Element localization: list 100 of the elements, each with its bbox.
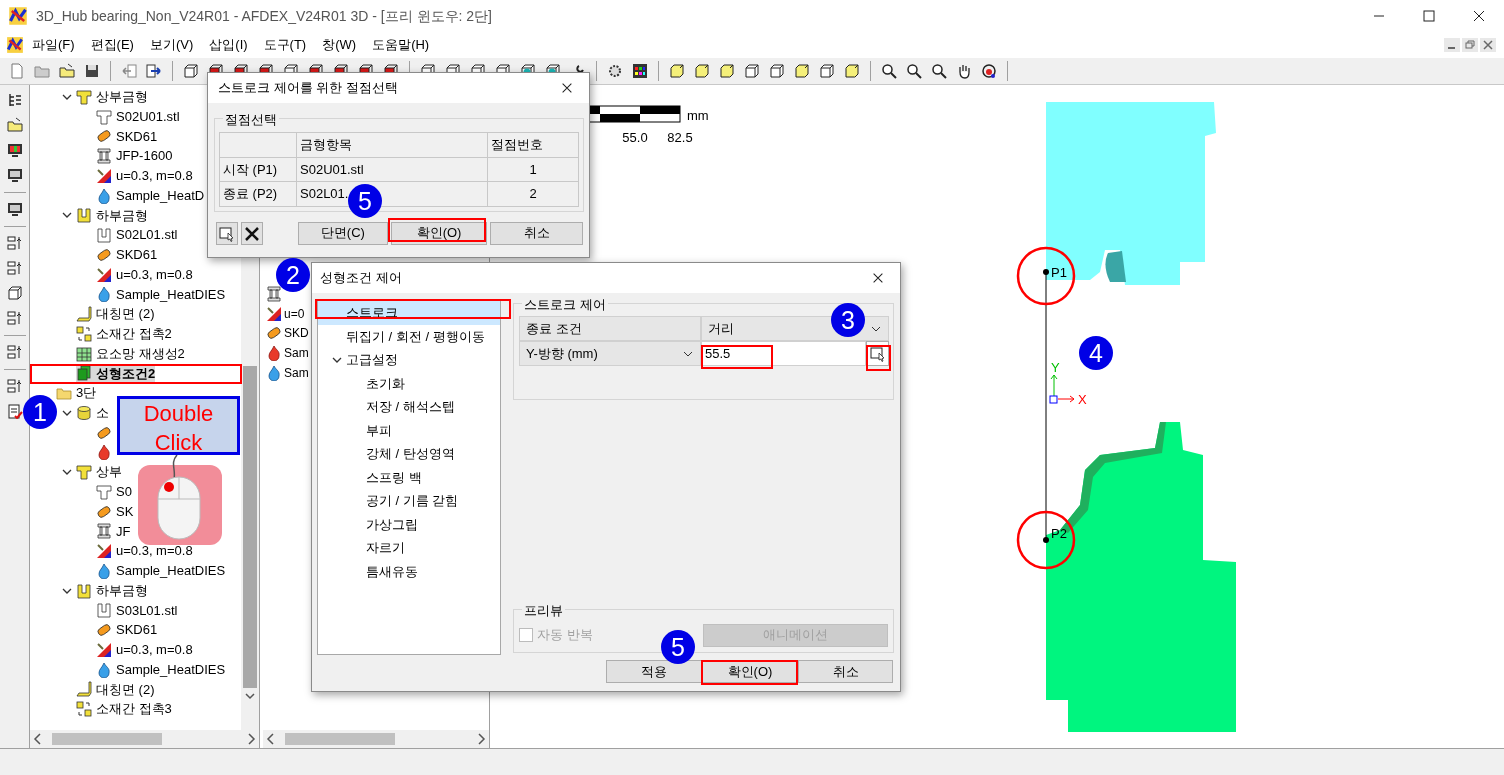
- menu-item[interactable]: 도움말(H): [364, 35, 438, 55]
- menu-item[interactable]: 삽입(I): [201, 35, 256, 55]
- tree-item[interactable]: 상부금형: [58, 87, 148, 107]
- orbit-icon[interactable]: [981, 63, 997, 79]
- tree-item[interactable]: u=0.3, m=0.8: [96, 640, 193, 660]
- list-icon[interactable]: [6, 344, 23, 360]
- nav-item[interactable]: 스프링 백: [318, 465, 500, 489]
- nav-item[interactable]: 스트로크: [318, 301, 500, 325]
- tree-item[interactable]: 하부금형: [58, 205, 148, 226]
- cube-icon[interactable]: [694, 63, 710, 79]
- list-icon[interactable]: [6, 260, 23, 276]
- cube-icon[interactable]: [669, 63, 685, 79]
- tree-item[interactable]: S02U01.stl: [96, 106, 180, 127]
- tree-item[interactable]: Sample_HeatDIES: [96, 561, 226, 581]
- tree-item[interactable]: u=0.3, m=0.8: [96, 541, 193, 561]
- nav-item[interactable]: 저장 / 해석스텝: [318, 395, 500, 419]
- tree-item[interactable]: SK: [96, 501, 134, 522]
- menu-item[interactable]: 창(W): [314, 35, 365, 55]
- tree-item[interactable]: SKD: [266, 323, 309, 344]
- tree-item[interactable]: u=0: [266, 303, 305, 324]
- tree-item[interactable]: 성형조건2: [76, 363, 156, 384]
- tree-item[interactable]: Sam: [266, 343, 309, 363]
- nav-item[interactable]: 공기 / 기름 갇힘: [318, 489, 500, 513]
- tree-icon[interactable]: [6, 92, 23, 108]
- nav-item[interactable]: 틈새유동: [318, 559, 500, 583]
- tree-item[interactable]: 대칭면 (2): [76, 679, 155, 700]
- tree-item[interactable]: 소재간 접촉3: [76, 699, 172, 719]
- cube-icon[interactable]: [719, 63, 735, 79]
- menu-item[interactable]: 파일(F): [24, 35, 83, 55]
- dialog-button[interactable]: 취소: [798, 660, 893, 683]
- dialog-button[interactable]: 적용: [606, 660, 702, 683]
- tree-item[interactable]: 소재간 접촉2: [76, 324, 172, 344]
- scrollbar-thumb[interactable]: [285, 733, 395, 745]
- tree-item[interactable]: Sam: [266, 363, 309, 383]
- hand-icon[interactable]: [956, 63, 972, 79]
- zoom-icon[interactable]: [881, 63, 897, 79]
- page-icon[interactable]: [9, 63, 25, 79]
- nav-item[interactable]: 강체 / 탄성영역: [318, 442, 500, 466]
- zoom-icon[interactable]: [931, 63, 947, 79]
- cube-icon[interactable]: [794, 63, 810, 79]
- menu-item[interactable]: 보기(V): [141, 35, 202, 55]
- dialog-button[interactable]: 단면(C): [298, 221, 388, 245]
- tree-item[interactable]: Sample_HeatDIES: [96, 284, 226, 305]
- cube-icon[interactable]: [819, 63, 835, 79]
- cube-icon[interactable]: [183, 63, 199, 79]
- tree-item[interactable]: SKD61: [96, 126, 158, 147]
- arrow-right-icon[interactable]: [146, 63, 162, 79]
- dialog-button[interactable]: 확인(O): [390, 221, 488, 245]
- monitor-icon[interactable]: [6, 167, 23, 183]
- scrollbar-thumb[interactable]: [243, 366, 257, 688]
- tree-item[interactable]: u=0.3, m=0.8: [96, 166, 193, 186]
- color-grid-icon[interactable]: [632, 63, 648, 79]
- tree-item[interactable]: S03L01.stl: [96, 600, 178, 621]
- tree-item[interactable]: Sample_HeatDIES: [96, 659, 226, 680]
- tree-item[interactable]: JF: [96, 521, 131, 542]
- tree-item[interactable]: 요소망 재생성2: [76, 343, 185, 364]
- cube-icon[interactable]: [6, 285, 23, 301]
- list-icon[interactable]: [6, 378, 23, 394]
- nav-item[interactable]: 가상그립: [318, 512, 500, 536]
- nav-item[interactable]: 초기화: [318, 371, 500, 395]
- list-icon[interactable]: [6, 235, 23, 251]
- tree-item[interactable]: 하부금형: [58, 580, 148, 601]
- tree-item[interactable]: 소: [58, 403, 109, 423]
- monitor-icon[interactable]: [6, 201, 23, 217]
- clipboard-icon[interactable]: [6, 403, 23, 419]
- scrollbar-thumb[interactable]: [52, 733, 162, 745]
- zoom-icon[interactable]: [906, 63, 922, 79]
- save-icon[interactable]: [84, 63, 100, 79]
- tree-item[interactable]: 3단: [56, 383, 97, 403]
- dialog-button[interactable]: 취소: [490, 221, 583, 245]
- menu-item[interactable]: 편집(E): [82, 35, 142, 55]
- cube-icon[interactable]: [769, 63, 785, 79]
- cube-icon[interactable]: [744, 63, 760, 79]
- tree-item[interactable]: 상부: [58, 462, 122, 482]
- close-icon[interactable]: [1480, 38, 1496, 52]
- folder-icon[interactable]: [6, 117, 23, 133]
- input-field[interactable]: 55.5: [701, 341, 866, 366]
- nav-item[interactable]: 자르기: [318, 536, 500, 560]
- tree-item[interactable]: S02L01.stl: [96, 225, 178, 245]
- tree-item[interactable]: SKD61: [96, 620, 158, 640]
- minimize-icon[interactable]: [1444, 38, 1460, 52]
- select-tool-button[interactable]: [216, 221, 238, 245]
- tree-item[interactable]: Sample_HeatD: [96, 185, 205, 206]
- monitor-icon[interactable]: [6, 142, 23, 158]
- folder-icon[interactable]: [59, 63, 75, 79]
- nav-item[interactable]: 부피: [318, 418, 500, 442]
- nav-item[interactable]: 뒤집기 / 회전 / 평행이동: [318, 324, 500, 348]
- tree-item[interactable]: [96, 442, 112, 463]
- tree-item[interactable]: JFP-1600: [96, 146, 173, 166]
- tree-item[interactable]: u=0.3, m=0.8: [96, 264, 193, 285]
- tree-item[interactable]: SKD61: [96, 245, 158, 265]
- cube-icon[interactable]: [844, 63, 860, 79]
- dropdown[interactable]: Y-방향 (mm): [519, 341, 701, 366]
- arrow-left-icon[interactable]: [121, 63, 137, 79]
- cog-icon[interactable]: [607, 63, 623, 79]
- tree-item[interactable]: S0: [96, 482, 132, 502]
- menu-item[interactable]: 도구(T): [255, 35, 315, 55]
- delete-button[interactable]: [240, 221, 264, 245]
- restore-icon[interactable]: [1462, 38, 1478, 52]
- nav-item[interactable]: 고급설정: [318, 348, 500, 372]
